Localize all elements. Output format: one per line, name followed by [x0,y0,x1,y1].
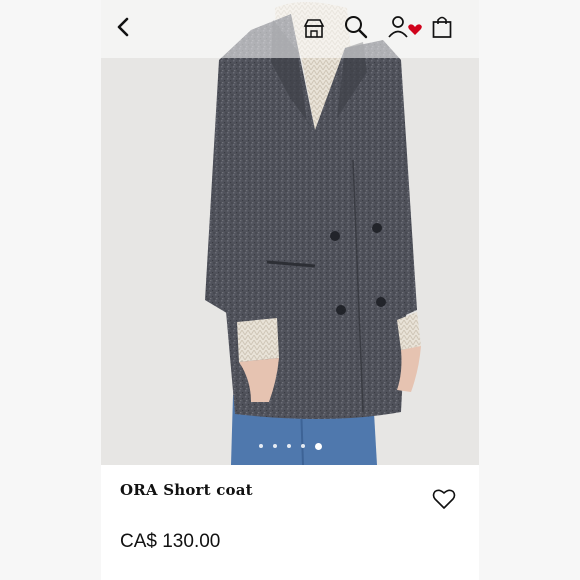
shopping-bag-icon[interactable] [431,15,453,39]
pagination-dot[interactable] [300,444,305,448]
top-nav-bar [101,0,479,58]
image-pagination[interactable] [101,440,479,452]
product-page: ORA Short coat CA$ 130.00 [101,0,479,580]
store-icon[interactable] [303,17,325,39]
pagination-dot[interactable] [272,444,277,448]
product-price: CA$ 130.00 [120,531,221,552]
left-margin [0,0,101,580]
chevron-left-icon[interactable] [115,16,131,38]
pagination-dot[interactable] [258,444,263,448]
product-image[interactable] [101,0,479,465]
account-heart-icon[interactable] [387,14,423,40]
pagination-dot-active[interactable] [314,442,322,450]
coat-photo [101,0,479,465]
right-margin [479,0,580,580]
search-icon[interactable] [343,14,369,40]
wishlist-heart-icon[interactable] [431,487,457,516]
product-title: ORA Short coat [120,481,253,499]
product-info: ORA Short coat CA$ 130.00 [101,465,479,580]
heart-badge-icon [408,24,422,35]
pagination-dot[interactable] [286,444,291,448]
